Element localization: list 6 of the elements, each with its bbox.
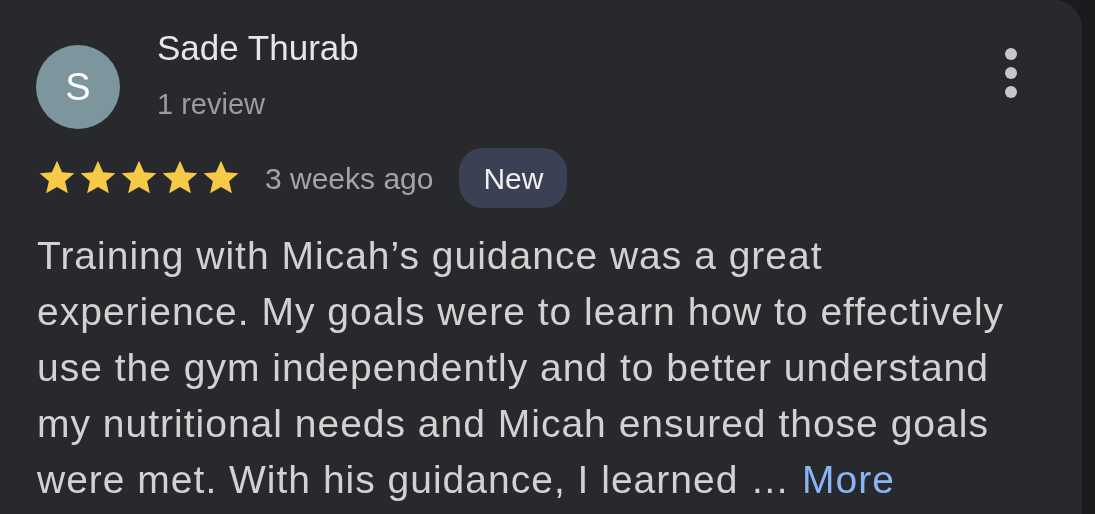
review-time: 3 weeks ago xyxy=(265,160,434,197)
review-count: 1 review xyxy=(157,87,266,122)
review-text: Training with Micah’s guidance was a great experience. My goals were to learn how to effectively use the gym independently and to better understand my nutritional needs and Micah ensured those goals were met. With his guidance, I learned … More xyxy=(37,233,1006,503)
new-badge: New xyxy=(459,148,568,208)
author-name[interactable]: Sade Thurab xyxy=(157,28,359,68)
more-link[interactable]: More xyxy=(802,458,895,501)
